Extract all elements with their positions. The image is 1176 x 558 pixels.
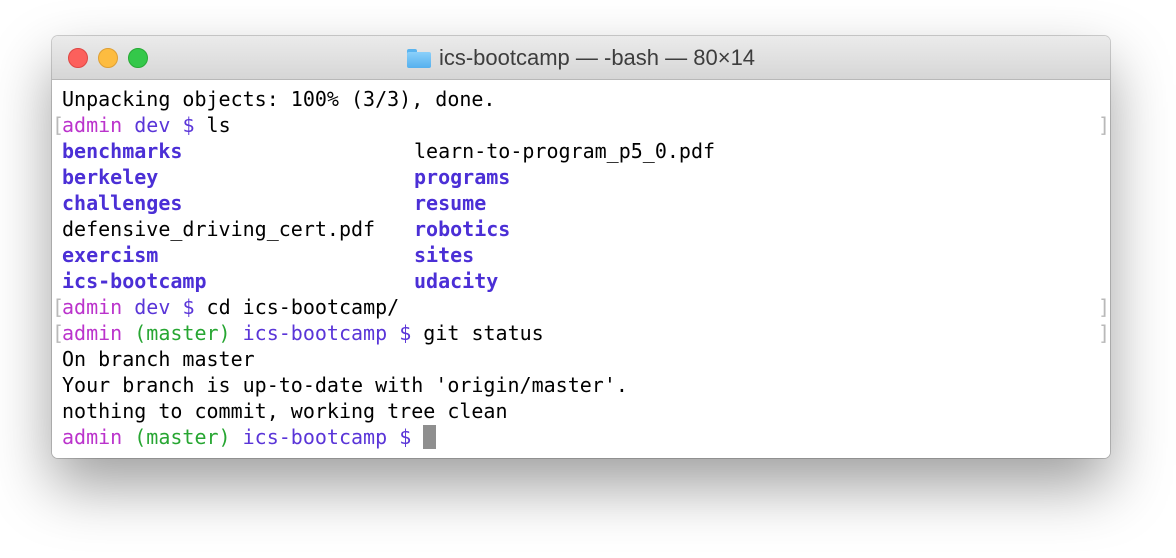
prompt-symbol: $ (182, 113, 195, 137)
prompt-line: admin dev $ ls (62, 112, 231, 138)
ls-entry: berkeley (62, 165, 159, 189)
prompt-command: ls (206, 113, 231, 137)
window-title-text: ics-bootcamp — -bash — 80×14 (438, 45, 756, 70)
prompt-path: dev (134, 113, 171, 137)
prompt-branch: (master) (134, 425, 231, 449)
prompt-user: admin (62, 113, 123, 137)
ls-entry: resume (414, 191, 487, 215)
ls-entry: programs (414, 165, 511, 189)
prompt-line: admin (master) ics-bootcamp $ (62, 424, 437, 450)
ls-entry: learn-to-program_p5_0.pdf (414, 139, 716, 163)
prompt-command: cd ics-bootcamp/ (206, 295, 400, 319)
ls-entry: exercism (62, 243, 159, 267)
ls-entry: defensive_driving_cert.pdf (62, 217, 376, 241)
title-bar[interactable]: ics-bootcamp — -bash — 80×14 (52, 36, 1110, 80)
folder-icon (406, 48, 431, 68)
ls-entry: challenges (62, 191, 183, 215)
terminal-content[interactable]: Unpacking objects: 100% (3/3), done. [ a… (52, 80, 1110, 458)
output-line: On branch master (62, 347, 255, 371)
line-mark-right: ] (1098, 321, 1110, 345)
line-mark-right: ] (1098, 113, 1110, 137)
prompt-path: ics-bootcamp (242, 321, 388, 345)
window-title: ics-bootcamp — -bash — 80×14 (52, 36, 1110, 80)
prompt-path: dev (134, 295, 171, 319)
line-mark-right: ] (1098, 295, 1110, 319)
prompt-line: admin (master) ics-bootcamp $ git status (62, 320, 544, 346)
ls-entry: benchmarks (62, 139, 183, 163)
ls-entry: robotics (414, 217, 511, 241)
prompt-branch: (master) (134, 321, 231, 345)
prompt-symbol: $ (399, 321, 412, 345)
prompt-user: admin (62, 295, 123, 319)
terminal-window: ics-bootcamp — -bash — 80×14 Unpacking o… (52, 36, 1110, 458)
prompt-user: admin (62, 321, 123, 345)
ls-entry: udacity (414, 269, 499, 293)
output-line: Your branch is up-to-date with 'origin/m… (62, 373, 628, 397)
prompt-user: admin (62, 425, 123, 449)
text-cursor[interactable] (423, 425, 437, 449)
prompt-symbol: $ (182, 295, 195, 319)
output-line: Unpacking objects: 100% (3/3), done. (62, 87, 496, 111)
ls-entry: sites (414, 243, 475, 267)
prompt-path: ics-bootcamp (242, 425, 388, 449)
prompt-symbol: $ (399, 425, 412, 449)
output-line: nothing to commit, working tree clean (62, 399, 508, 423)
prompt-line: admin dev $ cd ics-bootcamp/ (62, 294, 399, 320)
ls-entry: ics-bootcamp (62, 269, 207, 293)
prompt-command: git status (423, 321, 544, 345)
